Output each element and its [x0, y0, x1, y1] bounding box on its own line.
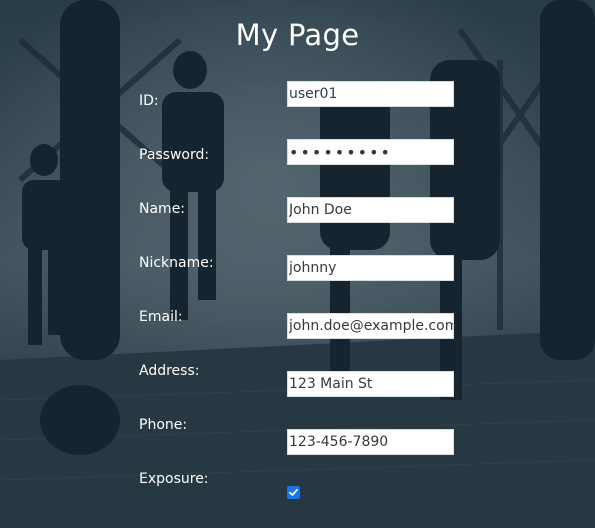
name-field[interactable] [287, 197, 454, 223]
page-title: My Page [235, 18, 360, 52]
exposure-label: Exposure: [139, 471, 209, 487]
nickname-label: Nickname: [139, 255, 214, 271]
exposure-checkbox[interactable] [287, 486, 300, 499]
nickname-field[interactable] [287, 255, 454, 281]
password-label: Password: [139, 147, 210, 163]
password-field[interactable]: ••••••••• [287, 139, 454, 165]
address-field[interactable] [287, 371, 454, 397]
email-field[interactable] [287, 313, 454, 339]
phone-field[interactable] [287, 429, 454, 455]
name-label: Name: [139, 201, 186, 217]
address-label: Address: [139, 363, 200, 379]
id-label: ID: [139, 93, 159, 109]
checkmark-icon [289, 488, 298, 496]
email-label: Email: [139, 309, 183, 325]
phone-label: Phone: [139, 417, 188, 433]
id-field[interactable] [287, 81, 454, 107]
my-page-form: My Page ID: Password: ••••••••• Name: Ni… [0, 0, 595, 528]
